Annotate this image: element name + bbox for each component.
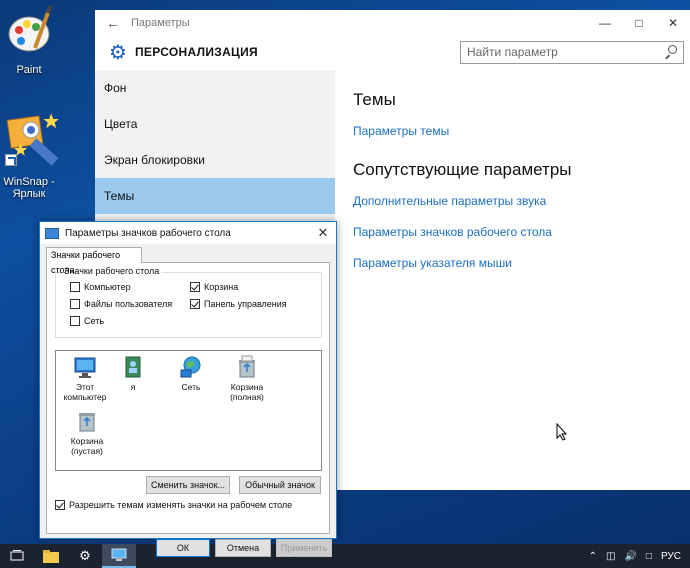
change-icon-button[interactable]: Сменить значок... <box>146 476 230 494</box>
chevron-up-icon[interactable]: ⌃ <box>589 551 597 562</box>
checkbox-network[interactable]: Сеть <box>70 316 104 326</box>
tab-desktop-icons[interactable]: Значки рабочего стола <box>46 247 142 275</box>
taskbar: ⚙ ⌃ ◫ 🔊 □ РУС <box>0 544 690 568</box>
desktop-icon-label: WinSnap - Ярлык <box>3 176 55 200</box>
list-item-label: я <box>130 382 136 392</box>
system-tray: ⌃ ◫ 🔊 □ РУС <box>589 551 690 562</box>
list-item-label: Корзина (пустая) <box>70 436 104 456</box>
checkbox-box[interactable] <box>70 282 80 292</box>
checkbox-label: Разрешить темам изменять значки на рабоч… <box>69 500 293 510</box>
list-item-label: Сеть <box>181 382 201 392</box>
desktop-icon-settings-link[interactable]: Параметры значков рабочего стола <box>353 225 680 239</box>
volume-icon[interactable]: 🔊 <box>624 551 636 562</box>
shortcut-arrow-icon <box>5 154 17 166</box>
user-folder-icon <box>121 355 145 379</box>
sound-settings-link[interactable]: Дополнительные параметры звука <box>353 194 680 208</box>
group-label: Значки рабочего стола <box>62 266 162 276</box>
checkbox-label: Сеть <box>84 316 105 326</box>
task-view-icon[interactable] <box>0 544 34 568</box>
checkbox-computer[interactable]: Компьютер <box>70 282 131 292</box>
desktop-icon-winsnap[interactable]: WinSnap - Ярлык <box>0 112 59 200</box>
paint-palette-icon <box>5 4 53 52</box>
nav-item-colors[interactable]: Цвета <box>95 106 335 142</box>
recycle-bin-full-icon <box>235 355 259 379</box>
winsnap-icon <box>5 112 59 166</box>
network-status-icon[interactable]: ◫ <box>606 551 615 562</box>
notification-icon[interactable]: □ <box>646 551 652 562</box>
nav-item-themes[interactable]: Темы <box>95 178 335 214</box>
language-indicator[interactable]: РУС <box>661 551 681 562</box>
settings-titlebar: ← Параметры — □ ✕ <box>95 10 690 36</box>
recycle-bin-empty-icon <box>75 409 99 433</box>
apply-button[interactable]: Применить <box>276 539 332 557</box>
checkbox-label: Файлы пользователя <box>84 299 173 309</box>
related-settings-heading: Сопутствующие параметры <box>353 160 572 179</box>
icon-list: Этот компьютер я Сеть Корзина (полная) К… <box>55 350 322 471</box>
nav-item-background[interactable]: Фон <box>95 70 335 106</box>
list-item-label: Корзина (полная) <box>230 382 264 402</box>
default-icon-button[interactable]: Обычный значок <box>239 476 321 494</box>
minimize-button[interactable]: — <box>588 16 622 30</box>
gear-icon: ⚙ <box>109 41 127 64</box>
desktop-icon-settings-taskbar-icon[interactable] <box>102 544 136 568</box>
list-item-user[interactable]: я <box>104 355 162 392</box>
checkbox-box[interactable] <box>70 316 80 326</box>
desktop-icon-settings-dialog: Параметры значков рабочего стола ✕ Значк… <box>39 221 337 539</box>
search-input[interactable]: Найти параметр <box>460 40 684 64</box>
checkbox-label: Корзина <box>204 282 239 292</box>
dialog-close-icon[interactable]: ✕ <box>310 225 336 241</box>
list-item-recycle-bin-full[interactable]: Корзина (полная) <box>218 355 276 402</box>
mouse-pointer-settings-link[interactable]: Параметры указателя мыши <box>353 256 680 270</box>
maximize-button[interactable]: □ <box>622 16 656 30</box>
checkbox-user-files[interactable]: Файлы пользователя <box>70 299 172 309</box>
settings-header: ⚙ ПЕРСОНАЛИЗАЦИЯ Найти параметр <box>95 36 690 68</box>
network-icon <box>179 355 203 379</box>
checkbox-allow-themes[interactable]: Разрешить темам изменять значки на рабоч… <box>55 500 292 510</box>
checkbox-box[interactable] <box>55 500 65 510</box>
back-arrow-icon[interactable]: ← <box>95 15 131 31</box>
checkbox-label: Компьютер <box>84 282 131 292</box>
window-title: Параметры <box>131 17 190 29</box>
desktop-icon-paint[interactable]: Paint <box>0 4 58 76</box>
list-item-network[interactable]: Сеть <box>162 355 220 392</box>
desktop-icons-group: Значки рабочего стола Компьютер Корзина … <box>55 266 322 338</box>
cancel-button[interactable]: Отмена <box>215 539 271 557</box>
ok-button[interactable]: ОК <box>156 539 210 557</box>
checkbox-label: Панель управления <box>204 299 287 309</box>
themes-heading: Темы <box>353 90 396 109</box>
dialog-title: Параметры значков рабочего стола <box>65 227 231 239</box>
search-icon[interactable] <box>663 45 677 59</box>
mouse-cursor-icon <box>556 422 568 446</box>
monitor-icon <box>45 227 59 239</box>
theme-settings-link[interactable]: Параметры темы <box>353 124 680 138</box>
this-pc-icon <box>73 355 97 379</box>
checkbox-box[interactable] <box>70 299 80 309</box>
nav-item-lock-screen[interactable]: Экран блокировки <box>95 142 335 178</box>
checkbox-recycle-bin[interactable]: Корзина <box>190 282 238 292</box>
file-explorer-icon[interactable] <box>34 544 68 568</box>
list-item-recycle-bin-empty[interactable]: Корзина (пустая) <box>58 409 116 456</box>
checkbox-control-panel[interactable]: Панель управления <box>190 299 287 309</box>
settings-content: Темы Параметры темы Сопутствующие параме… <box>353 90 680 287</box>
close-button[interactable]: ✕ <box>656 16 690 30</box>
checkbox-box[interactable] <box>190 299 200 309</box>
tab-panel: Значки рабочего стола Компьютер Корзина … <box>46 262 330 534</box>
section-title: ПЕРСОНАЛИЗАЦИЯ <box>135 45 258 59</box>
desktop-icon-label: Paint <box>16 64 42 76</box>
search-placeholder: Найти параметр <box>467 45 558 59</box>
settings-gear-icon[interactable]: ⚙ <box>68 544 102 568</box>
checkbox-box[interactable] <box>190 282 200 292</box>
dialog-titlebar: Параметры значков рабочего стола ✕ <box>40 222 336 244</box>
